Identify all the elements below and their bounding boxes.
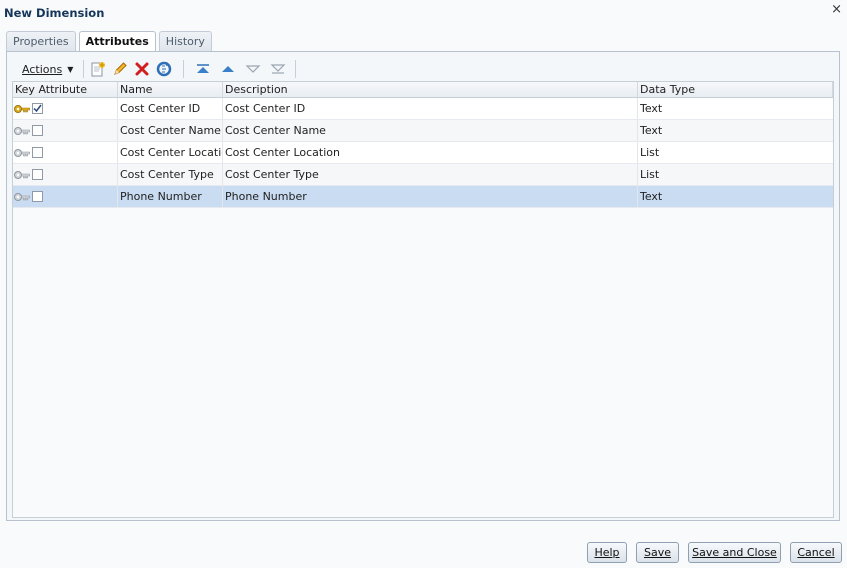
help-button-label: Help xyxy=(594,546,620,559)
key-attribute-checkbox[interactable] xyxy=(32,191,43,202)
key-icon xyxy=(14,192,31,202)
help-button[interactable]: Help xyxy=(587,542,627,563)
description-cell: Phone Number xyxy=(223,186,638,207)
refresh-icon[interactable] xyxy=(154,59,174,79)
name-cell: Cost Center Type xyxy=(118,164,223,185)
move-bottom-icon[interactable] xyxy=(268,59,288,79)
close-icon[interactable]: × xyxy=(831,3,842,17)
tab-attributes[interactable]: Attributes xyxy=(78,31,156,53)
delete-icon[interactable] xyxy=(132,59,152,79)
description-cell: Cost Center ID xyxy=(223,98,638,119)
description-cell: Cost Center Name xyxy=(223,120,638,141)
key-attribute-cell xyxy=(13,98,118,119)
actions-menu-button[interactable]: Actions ▼ xyxy=(12,59,80,79)
move-top-icon[interactable] xyxy=(193,59,213,79)
key-attribute-checkbox[interactable] xyxy=(32,169,43,180)
key-icon xyxy=(14,104,31,114)
key-icon xyxy=(14,148,31,158)
data-type-cell: Text xyxy=(640,102,663,115)
key-attribute-checkbox[interactable] xyxy=(32,103,43,114)
name-cell: Cost Center ID xyxy=(118,98,223,119)
data-type-cell: List xyxy=(640,146,660,159)
save-and-close-button[interactable]: Save and Close xyxy=(688,542,781,563)
attributes-table: Key Attribute Name Description Data Type… xyxy=(12,81,834,518)
description-cell: Cost Center Location xyxy=(223,142,638,163)
column-header-data-type[interactable]: Data Type xyxy=(638,82,833,97)
attributes-panel: Actions ▼ Key Attribute Name Description… xyxy=(6,51,840,521)
key-icon xyxy=(14,170,31,180)
table-header: Key Attribute Name Description Data Type xyxy=(13,82,833,98)
table-row[interactable]: Cost Center Name Cost Center Name Text xyxy=(13,120,833,142)
chevron-down-icon: ▼ xyxy=(67,64,74,74)
table-row[interactable]: Cost Center Type Cost Center Type List xyxy=(13,164,833,186)
key-attribute-cell xyxy=(13,164,118,185)
edit-icon[interactable] xyxy=(110,59,130,79)
save-button-label: Save xyxy=(643,546,671,559)
tab-bar: Properties Attributes History xyxy=(6,31,215,53)
save-and-close-button-label: Save and Close xyxy=(692,546,777,559)
key-attribute-cell xyxy=(13,186,118,207)
toolbar-separator xyxy=(183,60,185,78)
data-type-cell: Text xyxy=(640,190,663,203)
table-row[interactable]: Cost Center Location Cost Center Locatio… xyxy=(13,142,833,164)
data-type-cell: List xyxy=(640,168,660,181)
column-header-description[interactable]: Description xyxy=(223,82,638,97)
key-attribute-checkbox[interactable] xyxy=(32,125,43,136)
name-cell: Cost Center Location xyxy=(118,142,223,163)
toolbar: Actions ▼ xyxy=(12,58,834,80)
cancel-button-label: Cancel xyxy=(797,546,835,559)
key-icon xyxy=(14,126,31,136)
table-row[interactable]: Cost Center ID Cost Center ID Text xyxy=(13,98,833,120)
key-attribute-cell xyxy=(13,142,118,163)
new-attribute-icon[interactable] xyxy=(88,59,108,79)
description-cell: Cost Center Type xyxy=(223,164,638,185)
toolbar-separator xyxy=(83,60,85,78)
tab-properties[interactable]: Properties xyxy=(6,31,76,52)
key-attribute-checkbox[interactable] xyxy=(32,147,43,158)
key-attribute-cell xyxy=(13,120,118,141)
tab-history[interactable]: History xyxy=(158,31,212,52)
name-cell: Phone Number xyxy=(118,186,223,207)
toolbar-separator xyxy=(295,60,297,78)
move-down-icon[interactable] xyxy=(243,59,263,79)
name-cell: Cost Center Name xyxy=(118,120,223,141)
move-up-icon[interactable] xyxy=(218,59,238,79)
save-button[interactable]: Save xyxy=(636,542,679,563)
dialog-title: New Dimension xyxy=(4,6,105,20)
cancel-button[interactable]: Cancel xyxy=(790,542,842,563)
table-row[interactable]: Phone Number Phone Number Text xyxy=(13,186,833,208)
column-header-name[interactable]: Name xyxy=(118,82,223,97)
actions-label: Actions xyxy=(22,62,63,76)
data-type-cell: Text xyxy=(640,124,663,137)
column-header-key-attribute[interactable]: Key Attribute xyxy=(13,82,118,97)
